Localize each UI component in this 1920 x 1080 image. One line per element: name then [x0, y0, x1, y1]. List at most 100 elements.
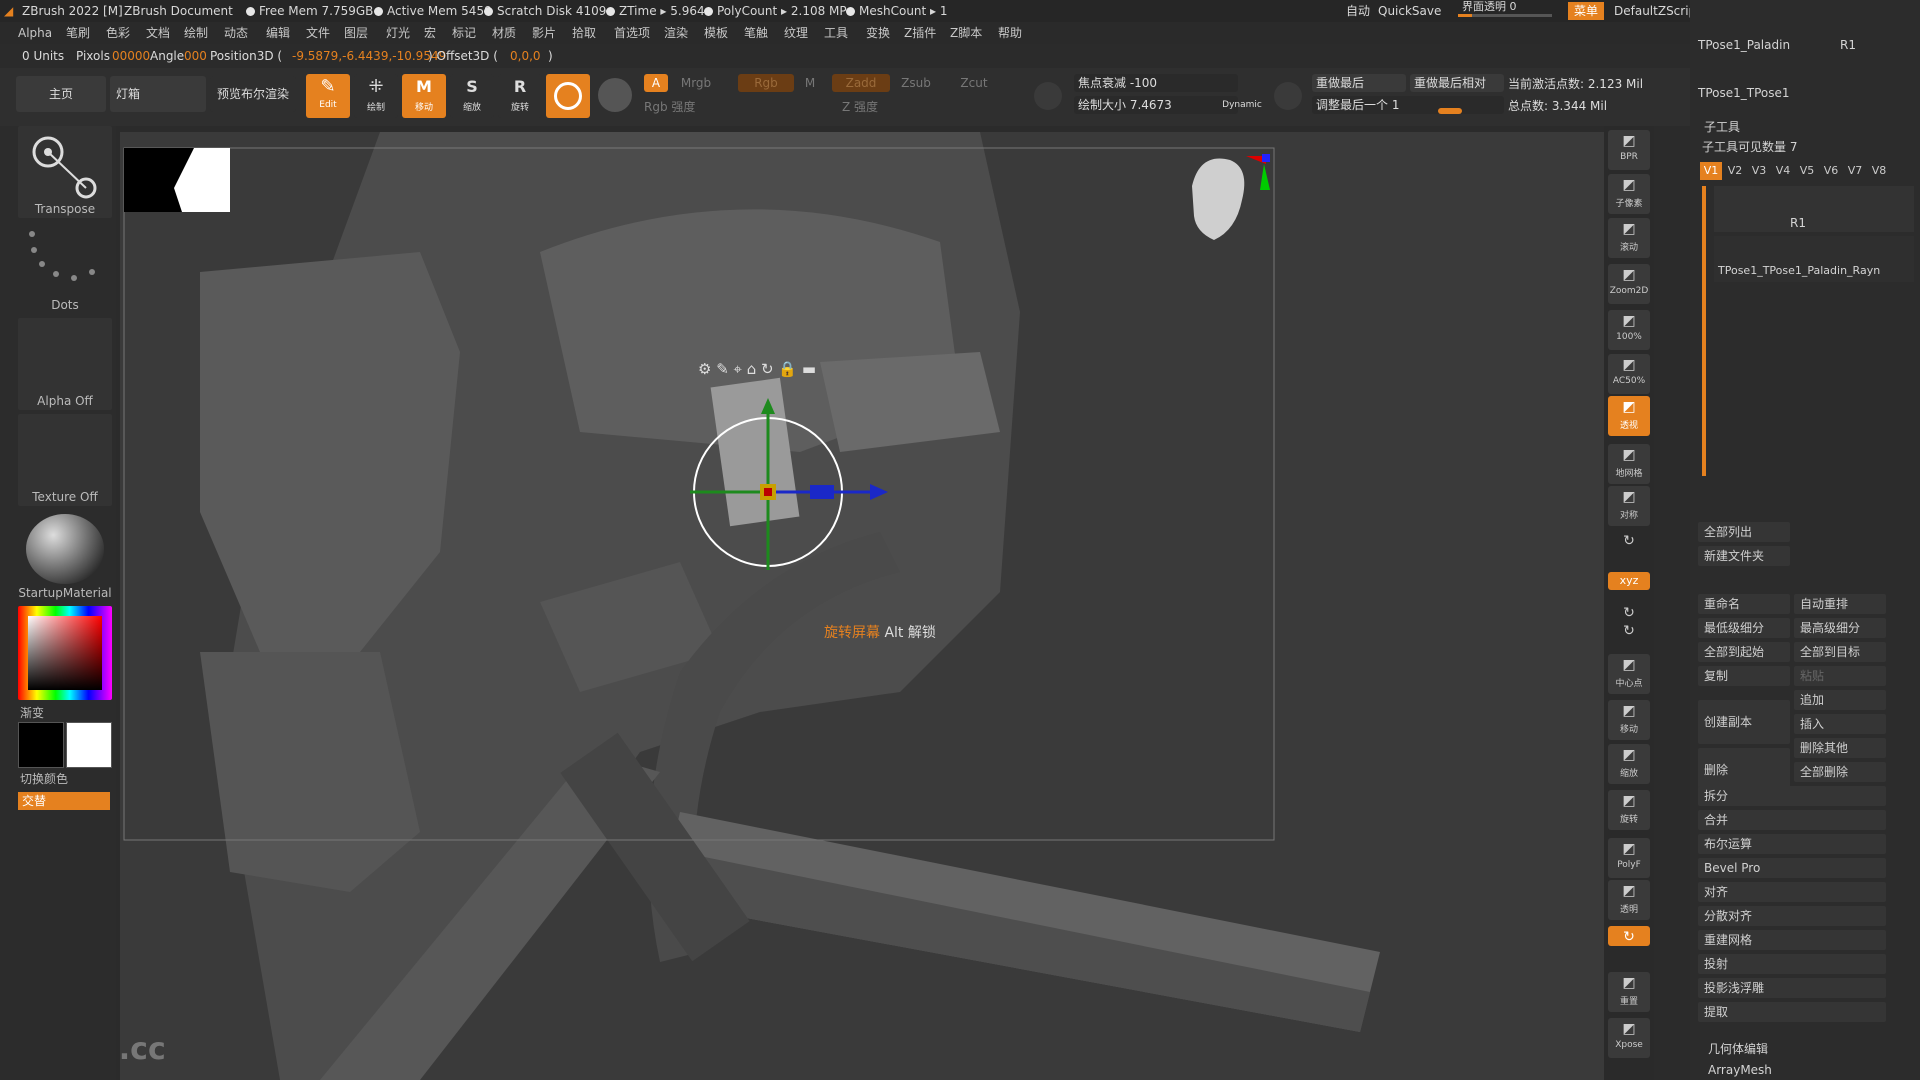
menu-item[interactable]: Alpha	[18, 22, 52, 44]
primary-color-swatch[interactable]	[18, 722, 64, 768]
backface-mask-icon[interactable]	[1274, 82, 1302, 110]
visible-count[interactable]: 子工具可见数量 7	[1702, 138, 1797, 155]
shelf-button[interactable]: ◩ PolyF	[1608, 838, 1650, 878]
menu-item[interactable]: 图层	[344, 22, 368, 44]
default-zscript[interactable]: DefaultZScript	[1614, 0, 1701, 22]
menu-item[interactable]: 渲染	[664, 22, 688, 44]
distribute-section[interactable]: 分散对齐	[1698, 906, 1886, 926]
adjust-last-slider[interactable]: 调整最后一个 1	[1312, 96, 1504, 114]
tool-thumb-tpose[interactable]: TPose1_TPose1	[1698, 86, 1790, 100]
dynamic-toggle[interactable]: Dynamic	[1222, 98, 1262, 112]
rotate-button[interactable]: R 旋转	[498, 74, 542, 118]
transpose-brush[interactable]: Transpose	[18, 126, 112, 218]
shelf-button[interactable]: ◩ 旋转	[1608, 790, 1650, 830]
create-copy-button[interactable]: 创建副本	[1698, 700, 1790, 744]
menu-item[interactable]: 色彩	[106, 22, 130, 44]
tool-thumb-r1[interactable]: R1	[1840, 38, 1856, 52]
append-button[interactable]: 追加	[1794, 690, 1886, 710]
shelf-button[interactable]: ↻	[1608, 530, 1650, 550]
menu-item[interactable]: 纹理	[784, 22, 808, 44]
shelf-button[interactable]: ◩ 缩放	[1608, 744, 1650, 784]
version-tab[interactable]: V5	[1796, 162, 1818, 180]
menu-item[interactable]: 文件	[306, 22, 330, 44]
list-all-button[interactable]: 全部列出	[1698, 522, 1790, 542]
shelf-button[interactable]: ◩ 地网格	[1608, 444, 1650, 484]
color-picker[interactable]	[18, 606, 112, 700]
shelf-button[interactable]: ◩ 子像素	[1608, 174, 1650, 214]
shelf-button[interactable]: ◩ 透明	[1608, 880, 1650, 920]
zsub-toggle[interactable]: Zsub	[896, 74, 936, 92]
menu-item[interactable]: 影片	[532, 22, 556, 44]
align-section[interactable]: 对齐	[1698, 882, 1886, 902]
paste-button[interactable]: 粘贴	[1794, 666, 1886, 686]
home-button[interactable]: 主页	[16, 76, 106, 112]
shelf-button[interactable]: ◩ Zoom2D	[1608, 264, 1650, 304]
delete-all-button[interactable]: 全部删除	[1794, 762, 1886, 782]
menu-item[interactable]: 宏	[424, 22, 436, 44]
subtool-item-main[interactable]: TPose1_TPose1_Paladin_Rayn	[1714, 236, 1914, 282]
lowest-sub-button[interactable]: 最低级细分	[1698, 618, 1790, 638]
scale-button[interactable]: S 缩放	[450, 74, 494, 118]
navigator-thumbnail[interactable]	[124, 148, 230, 212]
project-bas-section[interactable]: 投影浅浮雕	[1698, 978, 1886, 998]
version-tab[interactable]: V8	[1868, 162, 1890, 180]
mrgb-toggle[interactable]: Mrgb	[676, 74, 716, 92]
arraymesh-menu[interactable]: ArrayMesh	[1708, 1063, 1772, 1077]
transpose-gizmo[interactable]	[680, 380, 940, 640]
version-tab[interactable]: V6	[1820, 162, 1842, 180]
rename-button[interactable]: 重命名	[1698, 594, 1790, 614]
zadd-toggle[interactable]: Zadd	[832, 74, 890, 92]
shelf-button[interactable]: xyz	[1608, 572, 1650, 590]
tool-thumb-paladin[interactable]: TPose1_Paladin	[1698, 38, 1790, 52]
menu-item[interactable]: 笔触	[744, 22, 768, 44]
menu-item[interactable]: 编辑	[266, 22, 290, 44]
switch-color-button[interactable]: 切换颜色	[20, 770, 68, 787]
bool-render-button[interactable]: 预览布尔渲染	[210, 76, 296, 112]
draw-button[interactable]: ⁜ 绘制	[354, 74, 398, 118]
menu-item[interactable]: 灯光	[386, 22, 410, 44]
bevel-pro-section[interactable]: Bevel Pro	[1698, 858, 1886, 878]
extract-section[interactable]: 提取	[1698, 1002, 1886, 1022]
menu-item[interactable]: 帮助	[998, 22, 1022, 44]
menu-item[interactable]: 动态	[224, 22, 248, 44]
shelf-button[interactable]: ↻	[1608, 926, 1650, 946]
all-to-target-button[interactable]: 全部到目标	[1794, 642, 1886, 662]
quicksave-button[interactable]: QuickSave	[1378, 0, 1441, 22]
shelf-button[interactable]: ◩ 中心点	[1608, 654, 1650, 694]
shelf-button[interactable]: ◩ 移动	[1608, 700, 1650, 740]
replay-last-button[interactable]: 重做最后	[1312, 74, 1406, 92]
all-to-start-button[interactable]: 全部到起始	[1698, 642, 1790, 662]
rgb-toggle[interactable]: Rgb	[738, 74, 794, 92]
menu-item[interactable]: 变换	[866, 22, 890, 44]
auto-reorder-button[interactable]: 自动重排	[1794, 594, 1886, 614]
shelf-button[interactable]: ◩ 对称	[1608, 486, 1650, 526]
version-tab[interactable]: V2	[1724, 162, 1746, 180]
zcut-toggle[interactable]: Zcut	[954, 74, 994, 92]
version-tab[interactable]: V4	[1772, 162, 1794, 180]
auto-label[interactable]: 自动	[1346, 0, 1370, 22]
m-toggle[interactable]: M	[800, 74, 820, 92]
lazy-mouse-icon[interactable]	[1034, 82, 1062, 110]
z-intensity-slider[interactable]: Z 强度	[842, 98, 1022, 116]
adjust-last-handle[interactable]	[1438, 108, 1462, 114]
move-button[interactable]: M 移动	[402, 74, 446, 118]
menu-item[interactable]: 拾取	[572, 22, 596, 44]
transparency-slider[interactable]	[1458, 14, 1552, 17]
shelf-button[interactable]: ↻	[1608, 602, 1650, 622]
menu-item[interactable]: 模板	[704, 22, 728, 44]
shelf-button[interactable]: ◩ 滚动	[1608, 218, 1650, 258]
shelf-button[interactable]: ◩ Xpose	[1608, 1018, 1650, 1058]
a-toggle[interactable]: A	[644, 74, 668, 92]
highest-sub-button[interactable]: 最高级细分	[1794, 618, 1886, 638]
version-tab[interactable]: V1	[1700, 162, 1722, 180]
subtool-title[interactable]: 子工具	[1704, 118, 1740, 135]
shelf-button[interactable]: ◩ BPR	[1608, 130, 1650, 170]
gizmo-settings-icons[interactable]: ⚙ ✎ ⌖ ⌂ ↻ 🔒 ▬	[698, 360, 816, 378]
shelf-button[interactable]: ↻	[1608, 620, 1650, 640]
duplicate-button[interactable]: 复制	[1698, 666, 1790, 686]
version-tab[interactable]: V3	[1748, 162, 1770, 180]
edit-button[interactable]: ✎ Edit	[306, 74, 350, 118]
menu-item[interactable]: 标记	[452, 22, 476, 44]
alternate-button[interactable]: 交替	[18, 792, 110, 810]
geometry-edit-menu[interactable]: 几何体编辑	[1708, 1040, 1768, 1057]
